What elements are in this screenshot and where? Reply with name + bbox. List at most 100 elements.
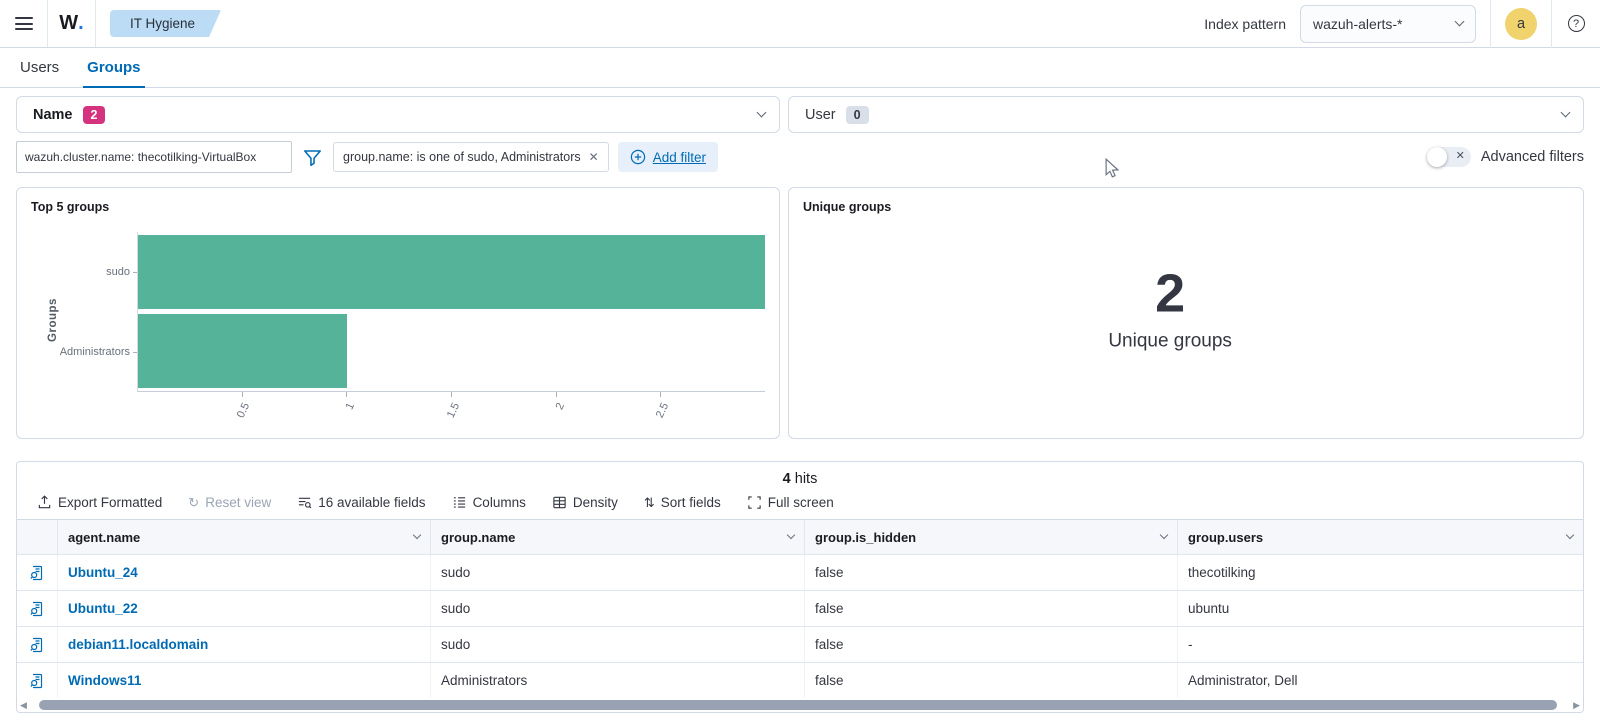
logo-text: W (59, 12, 78, 35)
hamburger-menu-button[interactable] (0, 0, 48, 47)
chevron-down-icon (1455, 17, 1465, 27)
group-name-cell: sudo (431, 555, 805, 590)
bar-Administrators[interactable] (138, 314, 347, 388)
index-pattern-label: Index pattern (1204, 16, 1286, 32)
sort-fields-button[interactable]: ⇅ Sort fields (644, 495, 721, 510)
results-table-panel: 4 hits Export Formatted ↻ Reset view 16 … (16, 461, 1584, 713)
index-pattern-select[interactable]: wazuh-alerts-* (1300, 5, 1476, 43)
chevron-down-icon (413, 531, 421, 539)
column-header-agent-name[interactable]: agent.name (58, 520, 431, 554)
inspect-document-icon (29, 637, 45, 653)
filter-pill-text: group.name: is one of sudo, Administrato… (343, 150, 581, 164)
chart-category-label: sudo (51, 232, 137, 312)
table-body: Ubuntu_24 sudo false thecotilking Ubuntu… (17, 554, 1583, 698)
x-tick (346, 392, 347, 397)
top-groups-chart-panel: Top 5 groups Groups sudoAdministrators 0… (16, 187, 780, 439)
scroll-right-arrow[interactable]: ▶ (1573, 701, 1580, 710)
group-is-hidden-cell: false (805, 627, 1178, 662)
full-screen-button[interactable]: Full screen (747, 495, 834, 510)
app-badge: IT Hygiene (110, 10, 221, 37)
hamburger-icon (15, 17, 33, 19)
tab-users[interactable]: Users (20, 48, 59, 87)
user-filter-label: User (805, 107, 836, 123)
inspect-document-icon (29, 673, 45, 689)
metric-caption: Unique groups (1108, 331, 1232, 353)
logo-dot: . (78, 12, 84, 35)
bar-sudo[interactable] (138, 235, 765, 309)
group-name-cell: Administrators (431, 663, 805, 698)
chevron-down-icon (787, 531, 795, 539)
hits-count: 4 hits (17, 462, 1583, 487)
agent-name-link[interactable]: debian11.localdomain (58, 627, 431, 662)
inspect-document-button[interactable] (17, 591, 58, 626)
export-formatted-button[interactable]: Export Formatted (37, 495, 162, 510)
avatar[interactable]: a (1505, 8, 1537, 40)
export-icon (37, 495, 52, 510)
plus-circle-icon (630, 149, 646, 165)
inspect-document-button[interactable] (17, 555, 58, 590)
x-tick-label: 0.5 (235, 401, 252, 420)
table-row: Windows11 Administrators false Administr… (17, 662, 1583, 698)
x-tick (660, 392, 661, 397)
filter-funnel-icon[interactable] (301, 148, 324, 167)
name-filter-label: Name (33, 107, 73, 123)
density-button[interactable]: Density (552, 495, 618, 510)
search-input[interactable] (16, 141, 292, 173)
agent-name-link[interactable]: Ubuntu_24 (58, 555, 431, 590)
tab-groups[interactable]: Groups (87, 48, 140, 87)
group-is-hidden-cell: false (805, 591, 1178, 626)
metric-title: Unique groups (803, 200, 1569, 214)
agent-name-link[interactable]: Ubuntu_22 (58, 591, 431, 626)
columns-button[interactable]: Columns (452, 495, 526, 510)
fields-list-icon (297, 495, 312, 510)
column-header-group-users[interactable]: group.users (1178, 520, 1583, 554)
table-row: Ubuntu_24 sudo false thecotilking (17, 554, 1583, 590)
chart-bars (137, 232, 765, 392)
data-grid: agent.name group.name group.is_hidden gr… (17, 519, 1583, 698)
main-content: Name 2 User 0 group.name: is one of sudo… (0, 96, 1600, 713)
group-name-cell: sudo (431, 627, 805, 662)
inspect-document-button[interactable] (17, 663, 58, 698)
advanced-filters-label: Advanced filters (1481, 149, 1584, 165)
top-header: W. IT Hygiene Index pattern wazuh-alerts… (0, 0, 1600, 48)
table-header-row: agent.name group.name group.is_hidden gr… (17, 520, 1583, 554)
filter-pill-group-name[interactable]: group.name: is one of sudo, Administrato… (333, 142, 609, 172)
inspect-document-button[interactable] (17, 627, 58, 662)
x-tick-label: 2.5 (654, 401, 671, 420)
wazuh-logo[interactable]: W. (48, 0, 96, 47)
reset-view-button[interactable]: ↻ Reset view (188, 495, 271, 510)
remove-filter-icon[interactable]: ✕ (589, 150, 599, 164)
advanced-filters-toggle[interactable]: ✕ (1427, 147, 1471, 167)
scroll-left-arrow[interactable]: ◀ (20, 701, 27, 710)
fullscreen-icon (747, 495, 762, 510)
x-tick-label: 1.5 (445, 401, 462, 420)
help-button[interactable]: ? (1552, 15, 1600, 32)
x-tick-label: 1 (344, 401, 357, 412)
group-users-cell: thecotilking (1178, 555, 1583, 590)
chart-category-labels: sudoAdministrators (51, 232, 137, 392)
inspect-document-icon (29, 601, 45, 617)
toggle-knob (1427, 147, 1447, 167)
user-filter-accordion[interactable]: User 0 (788, 96, 1584, 133)
add-filter-label: Add filter (653, 150, 706, 165)
column-header-group-name[interactable]: group.name (431, 520, 805, 554)
tab-bar: Users Groups (0, 48, 1600, 88)
inspect-document-icon (29, 565, 45, 581)
scrollbar-thumb[interactable] (39, 700, 1557, 710)
name-filter-count-badge: 2 (83, 106, 106, 124)
name-filter-accordion[interactable]: Name 2 (16, 96, 780, 133)
unique-groups-metric-panel: Unique groups 2 Unique groups (788, 187, 1584, 439)
column-header-group-is-hidden[interactable]: group.is_hidden (805, 520, 1178, 554)
sort-icon: ⇅ (644, 496, 655, 509)
group-is-hidden-cell: false (805, 555, 1178, 590)
help-icon: ? (1568, 15, 1585, 32)
group-users-cell: - (1178, 627, 1583, 662)
group-name-cell: sudo (431, 591, 805, 626)
x-tick (451, 392, 452, 397)
add-filter-button[interactable]: Add filter (618, 142, 718, 172)
available-fields-button[interactable]: 16 available fields (297, 495, 425, 510)
agent-name-link[interactable]: Windows11 (58, 663, 431, 698)
table-row: debian11.localdomain sudo false - (17, 626, 1583, 662)
chevron-down-icon (757, 108, 767, 118)
divider (1490, 0, 1491, 48)
